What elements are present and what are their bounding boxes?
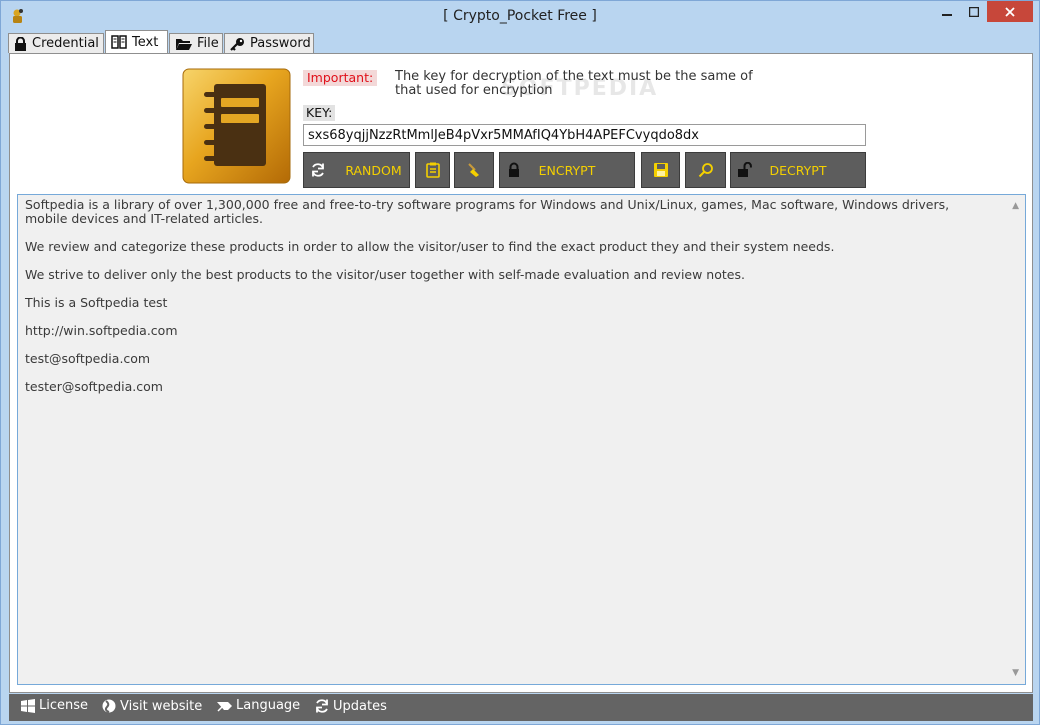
important-label: Important:	[303, 70, 378, 86]
book-icon	[111, 35, 127, 49]
globe-icon	[102, 699, 116, 713]
tab-credential[interactable]: Credential	[8, 33, 104, 53]
tab-password-label: Password	[250, 36, 311, 51]
minimize-icon	[942, 13, 952, 16]
visit-website-label: Visit website	[120, 698, 203, 714]
important-text: The key for decryption of the text must …	[395, 69, 753, 98]
scroll-up-arrow-icon[interactable]: ▲	[1012, 201, 1019, 211]
text-paragraph: http://win.softpedia.com	[25, 323, 178, 338]
app-window: [ Crypto_Pocket Free ] Credential Text F…	[0, 0, 1040, 725]
text-paragraph: Softpedia is a library of over 1,300,000…	[25, 197, 950, 226]
close-button[interactable]	[987, 1, 1033, 22]
updates-link[interactable]: Updates	[314, 698, 387, 714]
text-paragraph: We review and categorize these products …	[25, 239, 835, 254]
status-bar: License Visit website Language Updates	[9, 694, 1033, 721]
text-paragraph: We strive to deliver only the best produ…	[25, 267, 745, 282]
encrypt-button[interactable]: ENCRYPT	[499, 152, 635, 188]
maximize-button[interactable]	[961, 1, 987, 22]
license-label: License	[39, 698, 89, 713]
clipboard-icon	[426, 162, 440, 178]
folder-icon	[176, 38, 192, 50]
random-button-label: RANDOM	[345, 162, 402, 178]
text-paragraph: This is a Softpedia test	[25, 295, 168, 310]
updates-label: Updates	[333, 698, 387, 714]
close-icon	[1005, 6, 1015, 17]
tab-password[interactable]: Password	[224, 33, 314, 53]
key-label: KEY:	[303, 105, 336, 121]
language-icon	[217, 701, 232, 712]
visit-website-link[interactable]: Visit website	[101, 698, 202, 714]
windows-logo-icon	[21, 698, 35, 713]
key-icon	[230, 37, 244, 51]
license-link[interactable]: License	[20, 698, 88, 713]
save-button[interactable]	[641, 152, 680, 188]
paste-button[interactable]	[415, 152, 450, 188]
window-title: [ Crypto_Pocket Free ]	[443, 8, 597, 24]
search-button[interactable]	[685, 152, 726, 188]
language-link[interactable]: Language	[216, 698, 300, 713]
text-paragraph: tester@softpedia.com	[25, 379, 163, 394]
tab-text[interactable]: Text	[105, 30, 168, 53]
tab-file[interactable]: File	[169, 33, 223, 53]
key-input[interactable]	[303, 124, 866, 146]
scroll-down-arrow-icon[interactable]: ▼	[1012, 668, 1019, 678]
notebook-icon	[182, 68, 291, 184]
text-paragraph: test@softpedia.com	[25, 351, 151, 366]
decrypt-button-label: DECRYPT	[769, 162, 827, 178]
broom-icon	[468, 163, 479, 177]
language-label: Language	[236, 698, 301, 713]
minimize-button[interactable]	[933, 1, 961, 22]
decrypt-button[interactable]: DECRYPT	[730, 152, 866, 188]
tab-file-label: File	[197, 36, 219, 51]
lock-icon	[15, 36, 26, 51]
text-editor-content[interactable]: Softpedia is a library of over 1,300,000…	[25, 198, 985, 408]
save-icon	[654, 163, 668, 177]
clear-button[interactable]	[454, 152, 494, 188]
search-icon	[698, 163, 713, 178]
refresh-icon	[316, 699, 328, 713]
tab-credential-label: Credential	[32, 36, 99, 51]
text-editor[interactable]: Softpedia is a library of over 1,300,000…	[17, 194, 1026, 685]
random-button[interactable]: RANDOM	[303, 152, 410, 188]
encrypt-button-label: ENCRYPT	[538, 162, 596, 178]
title-bar[interactable]: [ Crypto_Pocket Free ]	[1, 1, 1039, 31]
tab-text-label: Text	[132, 34, 159, 50]
maximize-icon	[969, 6, 979, 17]
